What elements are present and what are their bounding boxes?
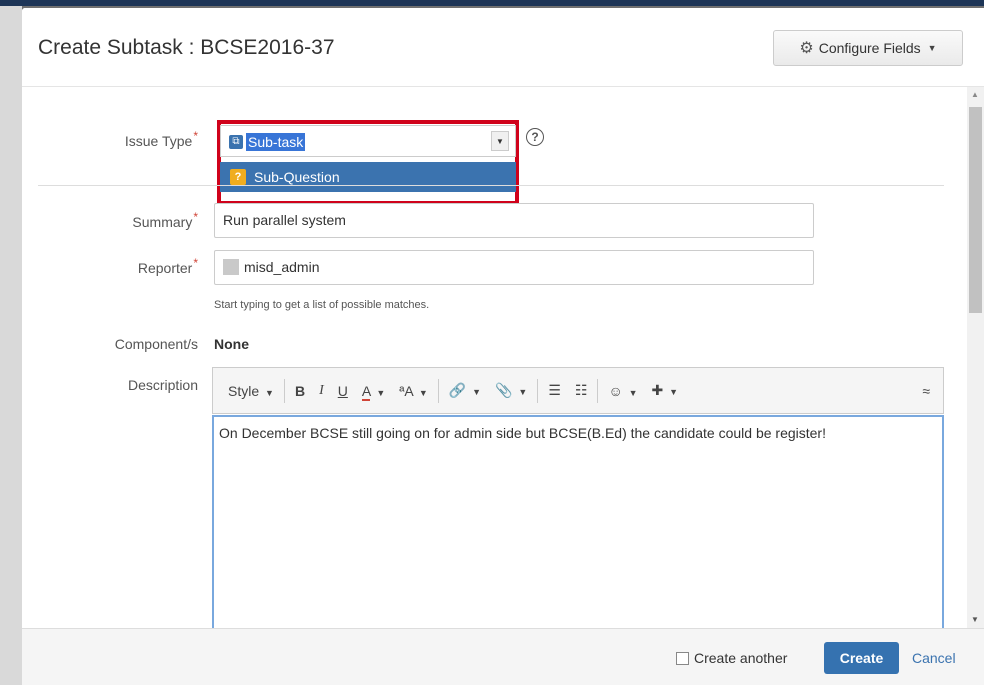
create-subtask-dialog: Create Subtask : BCSE2016-37 ⚙ Configure… <box>22 8 984 685</box>
emoticon-button[interactable]: ☺ ▼ <box>601 383 644 399</box>
gear-icon: ⚙ <box>799 40 814 57</box>
subtask-icon: ⧉ <box>229 135 243 149</box>
scroll-down-icon[interactable]: ▼ <box>971 615 979 624</box>
summary-label: Summary* <box>22 210 198 230</box>
dropdown-arrow-icon[interactable]: ▼ <box>491 131 509 151</box>
reporter-label-text: Reporter <box>137 260 193 276</box>
attachment-button[interactable]: 📎 ▼ <box>488 382 534 399</box>
collapse-toolbar-button[interactable]: ≈ <box>915 383 937 399</box>
summary-label-text: Summary <box>132 214 193 230</box>
background-page <box>0 0 22 685</box>
required-marker: * <box>193 256 198 270</box>
chevron-down-icon: ▼ <box>669 387 679 397</box>
dialog-header: Create Subtask : BCSE2016-37 ⚙ Configure… <box>22 8 984 87</box>
dialog-body: Issue Type* ⧉ Sub-task ▼ ? ? Sub-Questio… <box>22 87 967 628</box>
configure-fields-button[interactable]: ⚙ Configure Fields ▼ <box>773 30 963 66</box>
description-textarea[interactable]: On December BCSE still going on for admi… <box>212 415 944 628</box>
chevron-down-icon: ▼ <box>265 387 274 398</box>
toolbar-divider <box>537 378 539 403</box>
issue-type-selected-value: Sub-task <box>246 133 306 151</box>
chevron-down-icon: ▼ <box>472 387 482 397</box>
emoticon-icon: ☺ <box>608 382 623 399</box>
create-another-checkbox[interactable] <box>676 651 689 665</box>
underline-button[interactable]: U <box>331 383 355 399</box>
create-another-label: Create another <box>694 650 788 666</box>
create-another-option[interactable]: Create another <box>676 650 787 666</box>
insert-button[interactable]: ✚ ▼ <box>645 382 686 399</box>
chevron-down-icon: ▼ <box>418 387 428 398</box>
text-effects-button[interactable]: ªA ▼ <box>392 383 435 399</box>
chevron-down-icon: ▼ <box>927 43 937 53</box>
chevron-down-icon: ▼ <box>518 387 528 397</box>
dialog-footer: Create another Create Cancel <box>22 628 984 685</box>
dropdown-option-sub-question[interactable]: ? Sub-Question <box>220 162 516 192</box>
dialog-title: Create Subtask : BCSE2016-37 <box>38 36 335 59</box>
scrollbar-thumb[interactable] <box>969 107 982 313</box>
cancel-link[interactable]: Cancel <box>912 650 956 666</box>
configure-fields-label: Configure Fields <box>818 40 921 56</box>
issue-type-label: Issue Type* <box>22 129 198 149</box>
summary-value: Run parallel system <box>223 212 346 228</box>
background-header-bar <box>0 0 984 6</box>
required-marker: * <box>193 210 198 224</box>
question-icon: ? <box>230 169 246 185</box>
component-label: Component/s <box>114 336 198 352</box>
component-value[interactable]: None <box>214 336 249 352</box>
bold-button[interactable]: B <box>288 383 312 399</box>
editor-toolbar: Style ▼ B I U A ▼ ªA ▼ 🔗 ▼ 📎 ▼ ☰ ☷ ☺ ▼ ✚… <box>212 367 944 414</box>
numbered-list-button[interactable]: ☷ <box>568 382 595 399</box>
style-dropdown[interactable]: Style ▼ <box>221 383 281 399</box>
attachment-icon: 📎 <box>495 382 513 398</box>
plus-icon: ✚ <box>651 382 664 398</box>
section-divider <box>38 185 944 186</box>
reporter-input[interactable]: misd_admin <box>214 250 814 285</box>
italic-button[interactable]: I <box>312 383 331 399</box>
chevron-down-icon: ▼ <box>628 387 638 398</box>
issue-type-select[interactable]: ⧉ Sub-task ▼ <box>220 125 516 157</box>
dialog-scrollbar[interactable]: ▲ ▼ <box>967 87 984 628</box>
help-icon[interactable]: ? <box>526 128 544 146</box>
bullet-list-button[interactable]: ☰ <box>541 382 568 399</box>
text-color-label: A <box>361 382 371 401</box>
link-icon: 🔗 <box>448 382 467 398</box>
create-button[interactable]: Create <box>824 642 899 674</box>
link-button[interactable]: 🔗 ▼ <box>442 382 488 399</box>
avatar-icon <box>223 259 239 275</box>
reporter-hint: Start typing to get a list of possible m… <box>214 299 430 311</box>
scroll-up-icon[interactable]: ▲ <box>971 90 979 99</box>
toolbar-divider <box>437 378 439 403</box>
underline-label: U <box>337 382 348 399</box>
description-label: Description <box>127 377 198 393</box>
style-label: Style <box>228 382 260 399</box>
reporter-value: misd_admin <box>244 259 320 275</box>
description-text: On December BCSE still going on for admi… <box>219 425 826 441</box>
chevron-down-icon: ▼ <box>376 387 386 398</box>
reporter-label: Reporter* <box>22 256 198 276</box>
text-effects-label: ªA <box>399 382 413 399</box>
issue-type-label-text: Issue Type <box>124 133 193 149</box>
text-color-button[interactable]: A ▼ <box>355 382 392 401</box>
summary-input[interactable]: Run parallel system <box>214 203 814 238</box>
required-marker: * <box>193 129 198 143</box>
toolbar-divider <box>597 378 599 403</box>
dropdown-option-label: Sub-Question <box>254 169 340 185</box>
toolbar-divider <box>283 378 285 403</box>
